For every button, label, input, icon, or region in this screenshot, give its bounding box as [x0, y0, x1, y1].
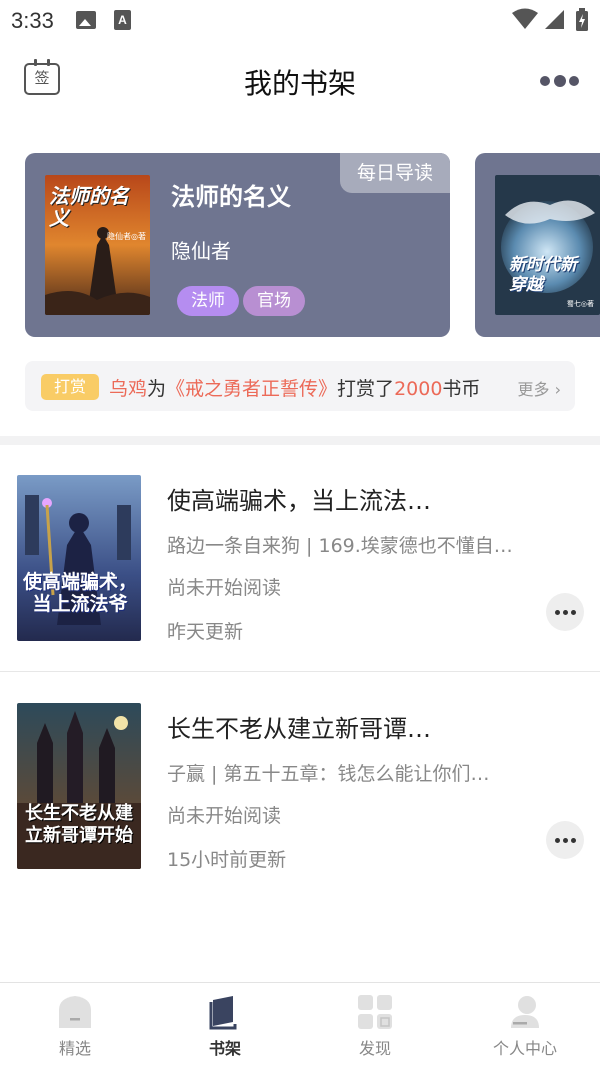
wifi-icon: [512, 8, 538, 29]
section-divider: [0, 436, 600, 445]
book-title: 法师的名义: [171, 183, 291, 211]
cover-title-text: 长生不老从建立新哥谭开始: [25, 803, 133, 846]
book-author-chapter: 子赢 | 第五十五章：钱怎么能让你们…: [167, 763, 490, 785]
nav-item-featured[interactable]: 精选: [0, 983, 150, 1067]
cover-author-text: 隐仙者◎著: [107, 232, 146, 241]
cover-title-text: 使高端骗术，当上流法爷: [23, 571, 138, 615]
more-link-label: 更多: [517, 380, 550, 399]
book-cover[interactable]: 长生不老从建立新哥谭开始: [17, 703, 141, 869]
reward-word: 打赏了: [337, 378, 395, 400]
battery-icon: [576, 8, 588, 31]
update-time: 昨天更新: [167, 621, 244, 643]
bottom-navigation: 精选 书架 发现 个人中心: [0, 982, 600, 1066]
nav-label: 个人中心: [492, 1039, 557, 1058]
reading-status: 尚未开始阅读: [167, 805, 282, 827]
home-icon: [59, 996, 91, 1028]
reward-badge: 打赏: [41, 374, 99, 400]
app-header: 签 我的书架: [0, 48, 600, 114]
more-link[interactable]: 更多 ›: [518, 376, 562, 400]
more-options-icon[interactable]: [540, 75, 580, 88]
nav-item-discover[interactable]: 发现: [300, 983, 450, 1067]
more-options-icon[interactable]: [546, 593, 584, 631]
cover-author-text: 蜀七◎著: [566, 300, 594, 308]
reward-user: 乌鸡: [109, 378, 148, 400]
nav-label: 精选: [58, 1039, 91, 1058]
cover-title-text: 法师的名义: [49, 184, 129, 230]
reading-status: 尚未开始阅读: [167, 577, 282, 599]
tag-chip[interactable]: 官场: [243, 286, 305, 316]
book-cover[interactable]: 法师的名义 隐仙者◎著: [45, 175, 150, 315]
nav-item-profile[interactable]: 个人中心: [450, 983, 600, 1067]
image-notification-icon: [76, 11, 96, 29]
book-title: 使高端骗术，当上流法…: [167, 487, 431, 515]
reward-notice-bar[interactable]: 打赏 乌鸡为《戒之勇者正誓传》打赏了2000书币 更多 ›: [25, 361, 575, 411]
reward-unit: 书币: [442, 378, 481, 400]
font-notification-icon: A: [114, 10, 131, 30]
book-cover[interactable]: 使高端骗术，当上流法爷: [17, 475, 141, 641]
daily-reading-card[interactable]: 法师的名义 隐仙者◎著 每日导读 法师的名义 隐仙者 法师 官场: [25, 153, 450, 337]
status-time: 3:33: [11, 8, 54, 33]
daily-reading-badge: 每日导读: [340, 153, 450, 193]
page-title: 我的书架: [243, 67, 356, 100]
update-time: 15小时前更新: [167, 849, 287, 871]
bookshelf-item[interactable]: 使高端骗术，当上流法爷 使高端骗术，当上流法… 路边一条自来狗 | 169.埃蒙…: [0, 475, 600, 703]
chevron-right-icon: ›: [549, 380, 561, 399]
daily-reading-card-next[interactable]: 新时代新穿越 蜀七◎著: [475, 153, 600, 337]
book-title: 长生不老从建立新哥谭…: [167, 715, 431, 743]
reward-notice-text: 乌鸡为《戒之勇者正誓传》打赏了2000书币: [109, 374, 480, 401]
book-author-chapter: 路边一条自来狗 | 169.埃蒙德也不懂自…: [167, 535, 513, 557]
row-divider: [0, 671, 600, 672]
status-bar: 3:33 A: [0, 0, 600, 42]
bookshelf-item[interactable]: 长生不老从建立新哥谭开始 长生不老从建立新哥谭… 子赢 | 第五十五章：钱怎么能…: [0, 703, 600, 931]
book-author: 隐仙者: [171, 239, 231, 263]
reward-word-for: 为: [147, 378, 167, 400]
reward-book: 《戒之勇者正誓传》: [166, 378, 338, 400]
cellular-icon: [545, 10, 564, 29]
nav-label: 发现: [358, 1039, 391, 1058]
tag-chip[interactable]: 法师: [177, 286, 239, 316]
nav-label: 书架: [208, 1039, 241, 1058]
person-icon: [511, 996, 539, 1028]
cover-title-text: 新时代新穿越: [509, 255, 577, 295]
reward-amount: 2000: [394, 378, 443, 400]
more-options-icon[interactable]: [546, 821, 584, 859]
book-cover[interactable]: 新时代新穿越 蜀七◎著: [495, 175, 600, 315]
nav-item-bookshelf[interactable]: 书架: [150, 983, 300, 1067]
grid-icon: [358, 995, 392, 1029]
book-icon: [209, 996, 237, 1030]
